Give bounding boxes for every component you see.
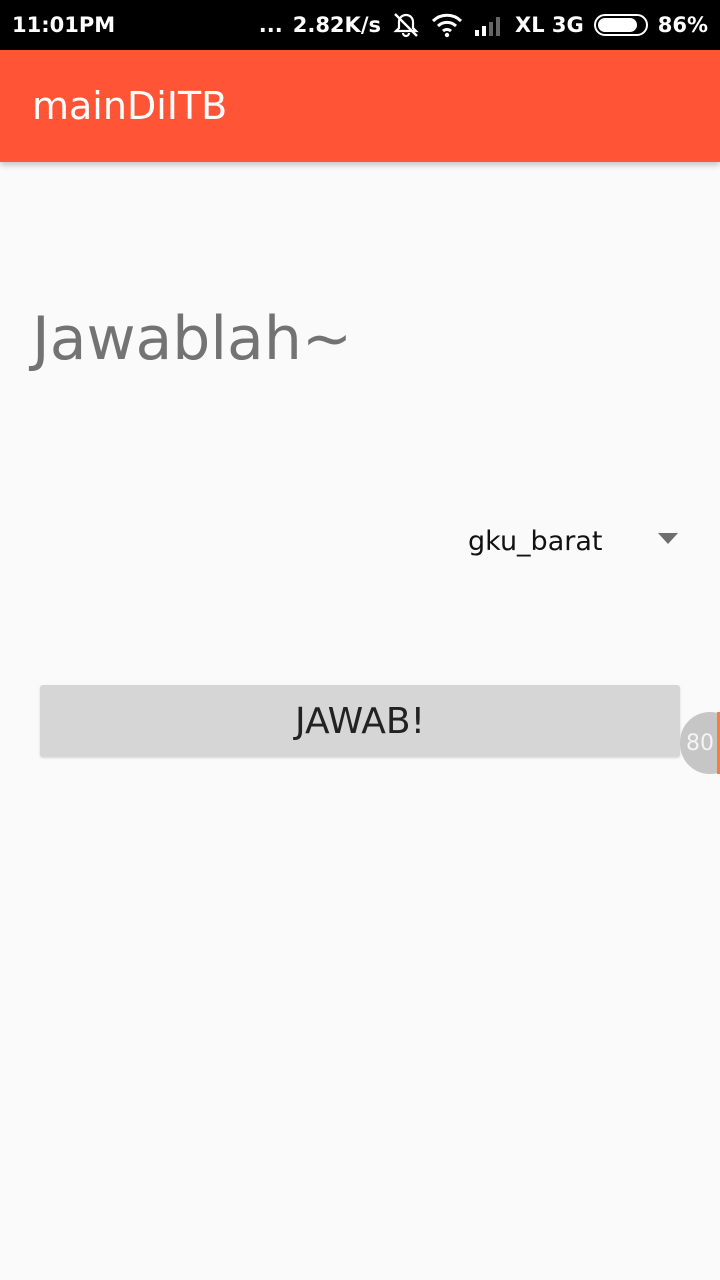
app-bar: mainDiITB	[0, 50, 720, 162]
battery-body	[593, 14, 648, 36]
app-title: mainDiITB	[32, 84, 228, 128]
status-bar: 11:01PM ... 2.82K/s XL 3G 86%	[0, 0, 720, 50]
status-indicators: ... 2.82K/s XL 3G 86%	[259, 10, 708, 40]
answer-button[interactable]: JAWAB!	[40, 685, 680, 757]
notifications-off-icon	[391, 10, 421, 40]
battery-fill	[597, 18, 638, 32]
page-heading: Jawablah~	[32, 304, 353, 374]
status-dots: ...	[258, 13, 283, 37]
dropdown-arrow-icon	[658, 533, 678, 544]
carrier-label: XL 3G	[515, 13, 584, 37]
battery-icon	[593, 14, 648, 36]
network-speed: 2.82K/s	[292, 13, 381, 37]
floating-bubble[interactable]: 80	[680, 712, 720, 774]
wifi-icon	[431, 12, 463, 38]
status-time: 11:01PM	[12, 13, 116, 37]
signal-icon	[473, 12, 505, 38]
spinner-selected-value: gku_barat	[468, 525, 603, 557]
battery-percent: 86%	[657, 13, 708, 37]
bubble-label: 80	[686, 730, 714, 756]
location-spinner[interactable]: gku_barat	[448, 508, 688, 574]
